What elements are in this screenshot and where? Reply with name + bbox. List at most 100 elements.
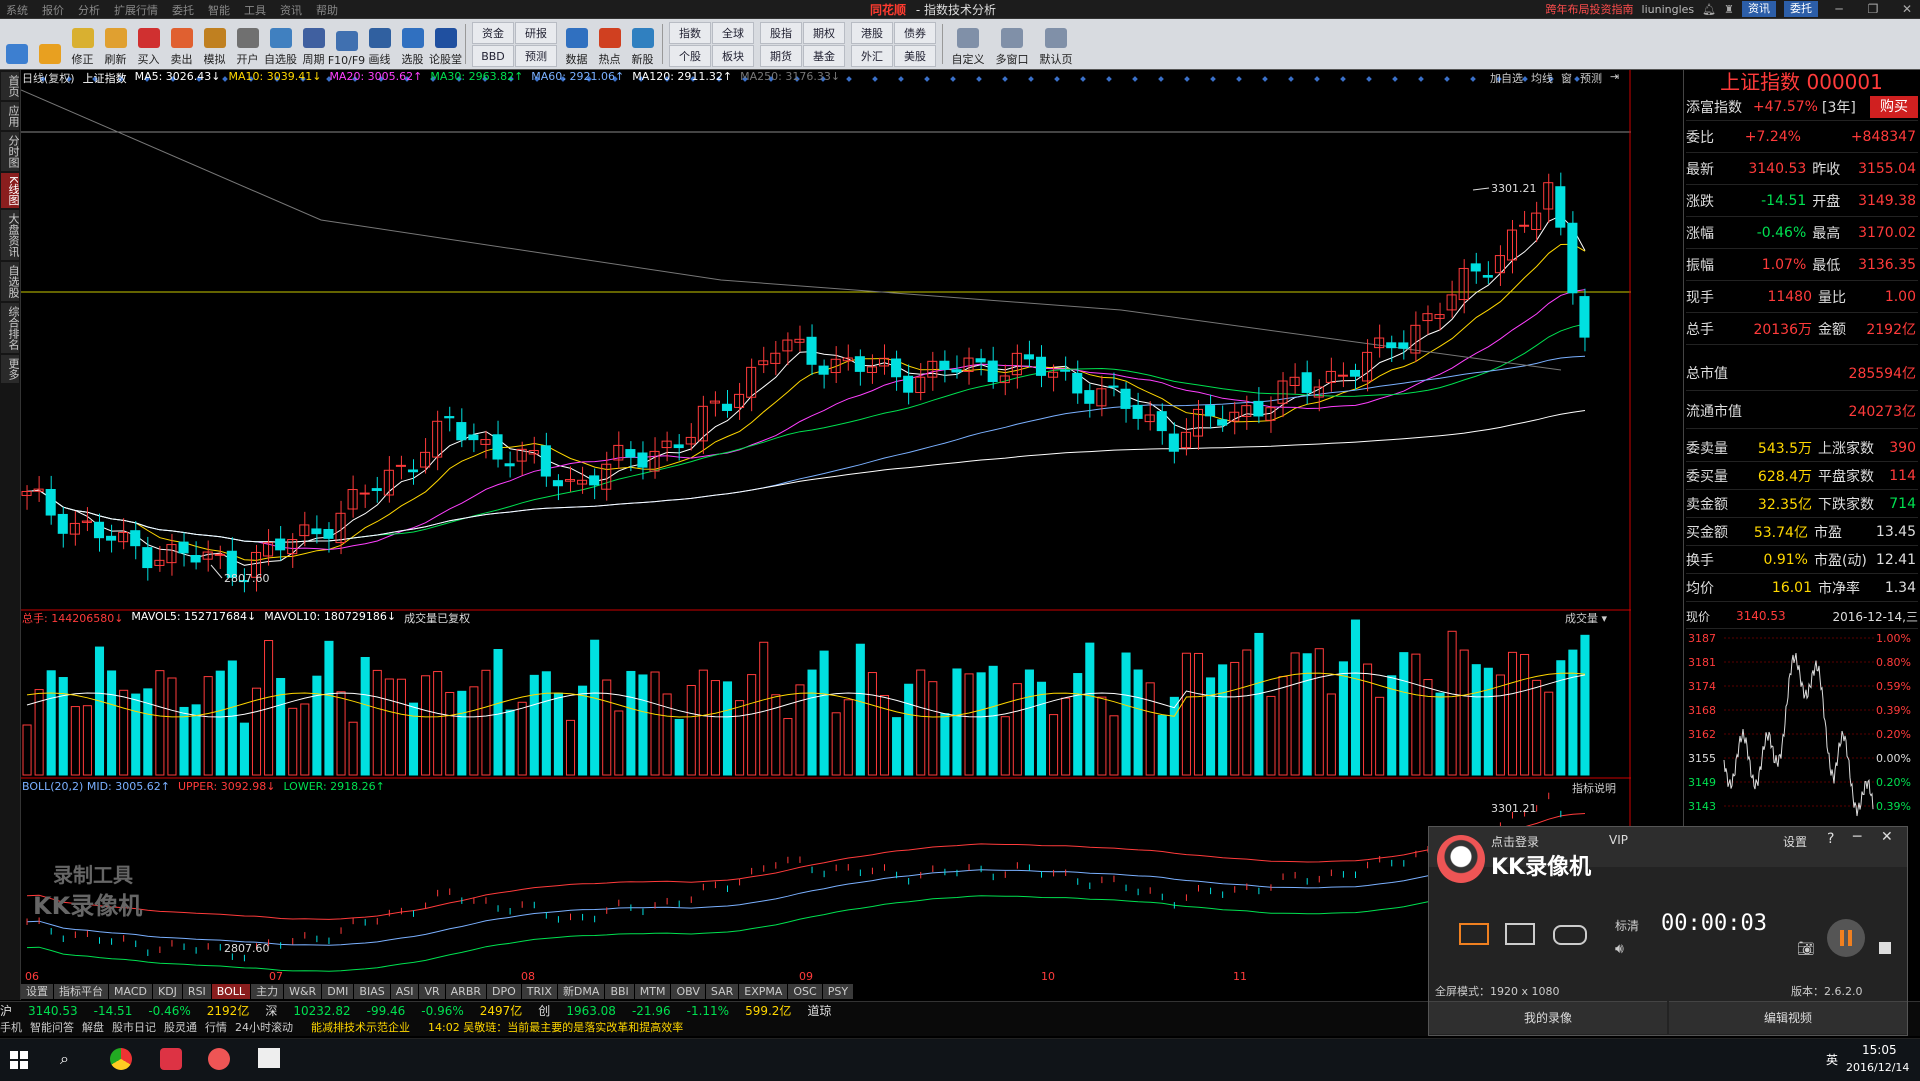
close-button[interactable]: ✕ [1894,0,1920,18]
menu-item[interactable]: 资讯 [280,2,302,18]
news-tab[interactable]: 手机 [0,1019,22,1035]
news-item[interactable]: 14:02 吴敬琏：当前最主要的是落实改革和提高效率 [428,1019,683,1035]
toolbar-button[interactable]: 新股 [626,21,659,67]
kk-settings-button[interactable]: 设置 [1783,833,1807,850]
toolbar-button[interactable]: 论股堂 [429,21,462,67]
left-tab[interactable]: 更多 [1,355,20,384]
toolbar-group-button[interactable]: 全球 [712,21,754,44]
toolbar-group-button[interactable]: 资金 [472,21,514,44]
indicator-tab[interactable]: 设置 [21,984,53,999]
toolbar-button[interactable]: 开户 [231,21,264,67]
input-lang[interactable]: 英 [1826,1051,1838,1068]
indicator-tab[interactable]: BOLL [211,984,251,999]
news-tab[interactable]: 股市日记 [112,1019,156,1035]
menu-item[interactable]: 工具 [244,2,266,18]
left-tab[interactable]: 综合排名 [1,303,20,354]
app-icon-red[interactable] [160,1048,182,1070]
buy-fund-button[interactable]: 购买 [1870,96,1918,118]
kk-edit-video-button[interactable]: 编辑视频 [1669,1001,1907,1034]
chart-tool-button[interactable]: 窗 [1561,70,1572,86]
kk-recorder-window[interactable]: 点击登录 VIP KK录像机 设置 ? ─ ✕ 标清 🔊︎ 00:00:03 📷… [1428,826,1908,1036]
toolbar-button[interactable]: 画线 [363,21,396,67]
chart-tool-button[interactable]: 预测 [1580,70,1602,86]
toolbar-button[interactable]: 模拟 [198,21,231,67]
kk-my-recordings-button[interactable]: 我的录像 [1429,1001,1667,1034]
toolbar-button[interactable]: 卖出 [165,21,198,67]
trade-button[interactable]: 委托 [1784,1,1818,17]
chart-tool-button[interactable]: 加自选 [1490,70,1523,86]
kk-taskbar-icon[interactable] [208,1048,230,1070]
kk-pause-button[interactable] [1827,919,1865,957]
indicator-tab[interactable]: 新DMA [557,984,605,999]
toolbar-button[interactable]: F10/F9 [328,21,365,67]
bell-icon[interactable]: 🔔︎ [1702,3,1716,16]
toolbar-button[interactable] [0,21,33,67]
toolbar-group-button[interactable]: 预测 [515,44,557,67]
indicator-tab[interactable]: KDJ [152,984,182,999]
toolbar-group-button[interactable]: 板块 [712,44,754,67]
indicator-tab[interactable]: PSY [822,984,854,999]
chart-exit-icon[interactable]: ⇥ [1610,70,1619,86]
kk-minimize-button[interactable]: ─ [1853,829,1861,845]
user-name[interactable]: liuningles [1642,3,1695,16]
toolbar-group-button[interactable]: 外汇 [851,44,893,67]
left-tab[interactable]: 首页 [1,72,20,100]
indicator-tab[interactable]: W&R [284,984,322,999]
chrome-icon[interactable] [110,1048,132,1070]
search-icon[interactable]: ⌕ [60,1049,69,1069]
news-tab[interactable]: 解盘 [82,1019,104,1035]
volume-select[interactable]: 成交量 ▾ [1565,610,1607,626]
clock-date[interactable]: 2016/12/14 [1846,1061,1909,1074]
indicator-tab[interactable]: TRIX [521,984,557,999]
toolbar-button[interactable]: 选股 [396,21,429,67]
toolbar-group-button[interactable]: 期权 [803,21,845,44]
start-button[interactable] [10,1051,28,1069]
kk-game-mode-icon[interactable] [1553,925,1587,945]
clock-time[interactable]: 15:05 [1862,1043,1897,1057]
kk-window-mode-icon[interactable] [1505,923,1535,945]
toolbar-group-button[interactable]: 基金 [803,44,845,67]
toolbar-button[interactable]: 默认页 [1034,21,1078,67]
maximize-button[interactable]: ❐ [1860,0,1886,18]
chart-tool-button[interactable]: 均线 [1531,70,1553,86]
left-tab[interactable]: 大盘资讯 [1,210,20,261]
toolbar-group-button[interactable]: 债券 [894,21,936,44]
kk-help-button[interactable]: ? [1827,831,1834,847]
kk-volume-icon[interactable]: 🔊︎ [1615,941,1624,957]
toolbar-group-button[interactable]: 指数 [669,21,711,44]
toolbar-group-button[interactable]: 个股 [669,44,711,67]
toolbar-button[interactable]: 热点 [593,21,626,67]
indicator-explain-link[interactable]: 指标说明 [1572,780,1616,796]
news-tab[interactable]: 智能问答 [30,1019,74,1035]
toolbar-button[interactable]: 自选股 [264,21,297,67]
indicator-tab[interactable]: ARBR [445,984,487,999]
kline-chart[interactable]: 34293336324331493056296328693301.212807.… [21,70,1631,982]
shirt-icon[interactable]: ♜ [1724,3,1734,16]
indicator-tab[interactable]: SAR [705,984,739,999]
promo-link[interactable]: 跨年布局投资指南 [1546,1,1634,17]
toolbar-button[interactable] [33,21,66,67]
menu-item[interactable]: 扩展行情 [114,2,158,18]
left-tab[interactable]: 分时图 [1,132,20,171]
indicator-tab[interactable]: OSC [788,984,822,999]
indicator-tab[interactable]: ASI [390,984,419,999]
indicator-tab[interactable]: VR [419,984,445,999]
news-tab[interactable]: 24小时滚动 [235,1019,293,1035]
indicator-tab[interactable]: DMI [322,984,354,999]
menu-item[interactable]: 智能 [208,2,230,18]
kk-login-link[interactable]: 点击登录 [1491,833,1539,850]
toolbar-group-button[interactable]: BBD [472,44,514,67]
menu-item[interactable]: 分析 [78,2,100,18]
indicator-tab[interactable]: 指标平台 [54,984,108,999]
toolbar-group-button[interactable]: 期货 [760,44,802,67]
toolbar-button[interactable]: 数据 [560,21,593,67]
toolbar-button[interactable]: 多窗口 [990,21,1034,67]
toolbar-group-button[interactable]: 美股 [894,44,936,67]
indicator-tab[interactable]: MTM [634,984,671,999]
kk-close-button[interactable]: ✕ [1881,829,1893,845]
toolbar-button[interactable]: 买入 [132,21,165,67]
indicator-tab[interactable]: BIAS [354,984,390,999]
news-tab[interactable]: 股灵通 [164,1019,197,1035]
indicator-tab[interactable]: RSI [182,984,211,999]
indicator-tab[interactable]: OBV [671,984,705,999]
